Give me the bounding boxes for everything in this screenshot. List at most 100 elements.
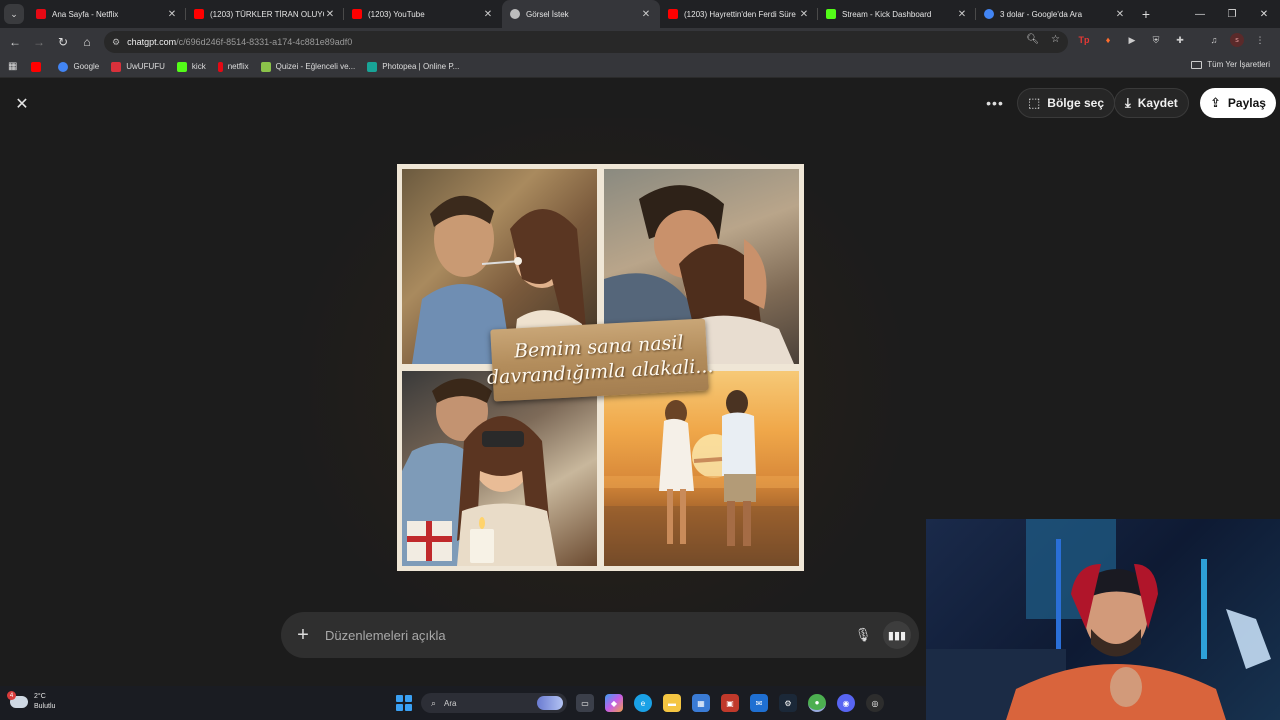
tab-netflix[interactable]: Ana Sayfa - Netflix ✕ <box>28 0 186 28</box>
more-options-icon[interactable]: ••• <box>984 92 1006 114</box>
home-icon[interactable]: ⌂ <box>75 30 99 54</box>
tab-google-search[interactable]: 3 dolar - Google'da Ara ✕ <box>976 0 1134 28</box>
fire-extension-icon[interactable]: ♦ <box>1100 32 1116 48</box>
bookmark-netflix[interactable]: netflix <box>217 61 249 72</box>
bookmark-uwufufu[interactable]: UwUFUFU <box>111 61 165 72</box>
youtube-icon <box>194 9 204 19</box>
microphone-icon[interactable]: 🎙︎ <box>849 627 877 643</box>
file-explorer-icon[interactable]: ▬ <box>663 694 681 712</box>
window-controls: — ❐ ✕ <box>1184 0 1280 28</box>
url-host: chatgpt.com <box>127 37 177 47</box>
google-icon <box>984 9 994 19</box>
outlook-icon[interactable]: ✉ <box>750 694 768 712</box>
photopea-icon <box>367 61 378 72</box>
close-tab-icon[interactable]: ✕ <box>482 9 494 20</box>
search-highlight-icon <box>537 696 563 710</box>
minimize-icon[interactable]: — <box>1184 0 1216 28</box>
waveform-icon: ▮▮▮ <box>887 629 907 642</box>
close-tab-icon[interactable]: ✕ <box>166 9 178 20</box>
share-button[interactable]: ⇪ Paylaş <box>1200 88 1276 118</box>
share-icon: ⇪ <box>1210 95 1221 110</box>
browser-menu-icon[interactable]: ⋮ <box>1252 32 1268 48</box>
chrome-icon[interactable]: ● <box>808 694 826 712</box>
tab-youtube-hayrettin[interactable]: (1203) Hayrettin'den Ferdi Süre ✕ <box>660 0 818 28</box>
extensions-area: Tp ♦ ▶ ⛨ ✚ ♫ s ⋮ <box>1076 32 1268 48</box>
address-bar[interactable]: ⚙ chatgpt.com/c/696d246f-8514-8331-a174-… <box>104 31 1068 53</box>
puzzle-extensions-icon[interactable]: ✚ <box>1172 32 1188 48</box>
bookmark-photopea[interactable]: Photopea | Online P... <box>367 61 459 72</box>
url-path: /c/696d246f-8514-8331-a174-4c881e89adf0 <box>176 37 353 47</box>
discord-icon[interactable]: ◉ <box>837 694 855 712</box>
webcam-overlay <box>926 519 1280 720</box>
weather-condition: Bulutlu <box>34 703 56 710</box>
add-attachment-icon[interactable]: + <box>281 624 325 647</box>
close-tab-icon[interactable]: ✕ <box>324 9 336 20</box>
caption-banner: Bemim sana nasil davrandığımla alakali..… <box>486 318 714 402</box>
tab-title: Görsel İstek <box>526 9 569 19</box>
close-tab-icon[interactable]: ✕ <box>798 9 810 20</box>
forward-icon[interactable]: → <box>27 30 51 54</box>
tab-title: Stream - Kick Dashboard <box>842 9 932 19</box>
close-tab-icon[interactable]: ✕ <box>640 9 652 20</box>
zoom-icon[interactable]: 🔍︎ <box>1026 34 1039 45</box>
search-icon: ⌕ <box>431 697 437 708</box>
generated-image[interactable]: Bemim sana nasil davrandığımla alakali..… <box>397 164 804 571</box>
browser-toolbar: ← → ↻ ⌂ ⚙ chatgpt.com/c/696d246f-8514-83… <box>0 28 1280 56</box>
edge-icon[interactable]: e <box>634 694 652 712</box>
tab-title: 3 dolar - Google'da Ara <box>1000 9 1083 19</box>
close-icon[interactable]: ✕ <box>12 94 32 114</box>
apps-grid-icon[interactable]: ▦ <box>8 61 17 72</box>
weather-widget[interactable]: 4 2°C Bulutlu <box>7 691 56 712</box>
play-extension-icon[interactable]: ▶ <box>1124 32 1140 48</box>
site-info-icon[interactable]: ⚙ <box>112 37 120 48</box>
restore-icon[interactable]: ❐ <box>1216 0 1248 28</box>
app-icon[interactable]: ◎ <box>866 694 884 712</box>
close-tab-icon[interactable]: ✕ <box>956 9 968 20</box>
tab-kick-dashboard[interactable]: Stream - Kick Dashboard ✕ <box>818 0 976 28</box>
bookmark-kick[interactable]: kick <box>176 61 206 72</box>
new-tab-button[interactable]: + <box>1134 6 1158 22</box>
translate-extension-icon[interactable]: Tp <box>1076 32 1092 48</box>
tab-title: (1203) TÜRKLER TİRAN OLUYOR <box>210 9 324 19</box>
copilot-icon[interactable]: ◆ <box>605 694 623 712</box>
close-tab-icon[interactable]: ✕ <box>1114 9 1126 20</box>
bookmark-star-icon[interactable]: ☆ <box>1051 34 1060 45</box>
save-button[interactable]: ⤓ Kaydet <box>1114 88 1189 118</box>
bookmark-google[interactable]: Google <box>58 61 99 72</box>
game-app-icon[interactable]: ▣ <box>721 694 739 712</box>
media-control-icon[interactable]: ♫ <box>1206 32 1222 48</box>
steam-icon[interactable]: ⚙ <box>779 694 797 712</box>
cloud-icon: 4 <box>7 691 28 708</box>
bookmark-quizei[interactable]: Quizei - Eğlenceli ve... <box>260 61 355 72</box>
voice-mode-button[interactable]: ▮▮▮ <box>883 621 911 649</box>
bookmark-youtube[interactable] <box>31 61 46 72</box>
profile-avatar[interactable]: s <box>1230 33 1244 47</box>
taskbar-search[interactable]: ⌕ Ara <box>421 693 567 713</box>
task-view-icon[interactable]: ▭ <box>576 694 594 712</box>
taskbar-apps: ▭ ◆ e ▬ ▦ ▣ ✉ ⚙ ● ◉ ◎ <box>576 694 884 712</box>
tab-youtube-video[interactable]: (1203) TÜRKLER TİRAN OLUYOR ✕ <box>186 0 344 28</box>
microsoft-store-icon[interactable]: ▦ <box>692 694 710 712</box>
shield-extension-icon[interactable]: ⛨ <box>1148 32 1164 48</box>
all-bookmarks[interactable]: Tüm Yer İşaretleri <box>1191 60 1270 69</box>
youtube-icon <box>352 9 362 19</box>
edit-composer: + 🎙︎ ▮▮▮ <box>281 612 919 658</box>
close-window-icon[interactable]: ✕ <box>1248 0 1280 28</box>
edit-prompt-input[interactable] <box>325 627 849 643</box>
windows-start-icon[interactable] <box>396 695 412 711</box>
tab-gorsel-istek[interactable]: Görsel İstek ✕ <box>502 0 660 28</box>
tab-youtube[interactable]: (1203) YouTube ✕ <box>344 0 502 28</box>
tab-search-button[interactable]: ⌄ <box>4 4 24 24</box>
download-icon: ⤓ <box>1125 95 1131 110</box>
photo-beach-walk <box>604 371 799 566</box>
bookmarks-bar: ▦ Google UwUFUFU kick netflix Quizei - E… <box>0 56 1280 77</box>
reload-icon[interactable]: ↻ <box>51 30 75 54</box>
tab-title: (1203) YouTube <box>368 9 425 19</box>
uwufufu-icon <box>111 61 122 72</box>
select-area-button[interactable]: ⬚ Bölge seç <box>1017 88 1115 118</box>
youtube-icon <box>31 61 42 72</box>
back-icon[interactable]: ← <box>3 30 27 54</box>
google-icon <box>58 61 69 72</box>
tab-title: Ana Sayfa - Netflix <box>52 9 119 19</box>
temperature: 2°C <box>34 693 46 700</box>
